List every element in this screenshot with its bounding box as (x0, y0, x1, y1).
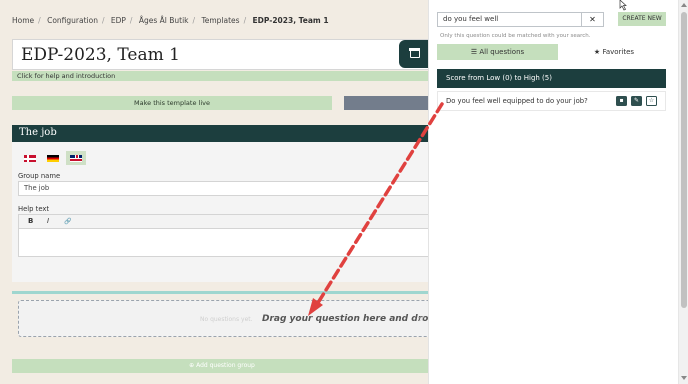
edit-pencil-icon[interactable]: ✎ (631, 96, 642, 106)
tab-all-label: All questions (479, 48, 525, 56)
template-title-box[interactable]: EDP-2023, Team 1 (12, 39, 428, 70)
secondary-button[interactable] (344, 96, 428, 110)
scroll-down-arrow-icon[interactable] (681, 376, 687, 380)
make-live-button[interactable]: Make this template live (12, 96, 332, 110)
group-heading: The job (19, 127, 57, 138)
german-flag-icon (47, 155, 59, 162)
group-name-input[interactable]: The job (18, 181, 428, 196)
group-name-label: Group name (18, 172, 61, 180)
bold-button[interactable]: B (28, 217, 33, 225)
archive-button[interactable] (399, 40, 428, 68)
language-tab-danish[interactable] (20, 151, 40, 165)
breadcrumb-home[interactable]: Home (12, 16, 34, 25)
preview-icon[interactable]: ▪ (616, 96, 627, 106)
breadcrumb-edp[interactable]: EDP (111, 16, 126, 25)
search-hint: Only this question could be matched with… (440, 33, 591, 39)
danish-flag-icon (24, 155, 36, 162)
question-library-panel: do you feel well ✕ CREATE NEW Only this … (428, 0, 678, 384)
language-tab-english[interactable] (66, 151, 86, 165)
question-text: Do you feel well equipped to do your job… (446, 97, 588, 105)
template-editor: Home / Configuration / EDP / Åges Ål Butik /… (0, 0, 428, 384)
question-group-header[interactable]: Score from Low (0) to High (5) (437, 69, 666, 88)
group-header: The job (12, 125, 428, 142)
rich-text-toolbar: B I 🔗 (18, 214, 428, 229)
italic-button[interactable]: I (47, 217, 49, 225)
question-search-input[interactable]: do you feel well (437, 12, 582, 27)
english-flag-icon (70, 155, 82, 162)
breadcrumb-current: EDP-2023, Team 1 (252, 16, 329, 25)
breadcrumb-templates[interactable]: Templates (201, 16, 239, 25)
clear-search-button[interactable]: ✕ (582, 12, 604, 27)
add-question-group-button[interactable]: ⊕ Add question group (12, 359, 428, 373)
help-link[interactable]: Click for help and introduction (12, 71, 428, 81)
dropzone-ghost-text: No questions yet. (200, 316, 253, 323)
help-text-label: Help text (18, 205, 50, 213)
tab-all-questions[interactable]: ☰ All questions (437, 44, 558, 60)
create-new-button[interactable]: CREATE NEW (618, 12, 666, 26)
link-icon[interactable]: 🔗 (64, 218, 71, 225)
add-group-label: Add question group (196, 362, 255, 369)
drop-indicator (12, 291, 428, 294)
tab-favorites-label: Favorites (602, 48, 635, 56)
language-tab-german[interactable] (43, 151, 63, 165)
archive-icon (409, 48, 420, 58)
scrollbar-thumb[interactable] (681, 12, 687, 308)
page-scrollbar[interactable] (678, 0, 688, 384)
dropzone-label: Drag your question here and drop it (262, 314, 428, 324)
breadcrumb-configuration[interactable]: Configuration (47, 16, 98, 25)
question-item[interactable]: Do you feel well equipped to do your job… (437, 91, 666, 111)
favorite-star-icon[interactable]: ☆ (646, 96, 657, 106)
page-title: EDP-2023, Team 1 (21, 45, 180, 65)
tab-favorites[interactable]: ★ Favorites (569, 44, 659, 60)
dropzone-ghost-text-right: or (418, 316, 425, 323)
breadcrumb-shop[interactable]: Åges Ål Butik (139, 16, 189, 25)
help-text-editor[interactable] (18, 229, 428, 257)
breadcrumb: Home / Configuration / EDP / Åges Ål Butik /… (12, 16, 329, 25)
scroll-up-arrow-icon[interactable] (681, 3, 687, 7)
